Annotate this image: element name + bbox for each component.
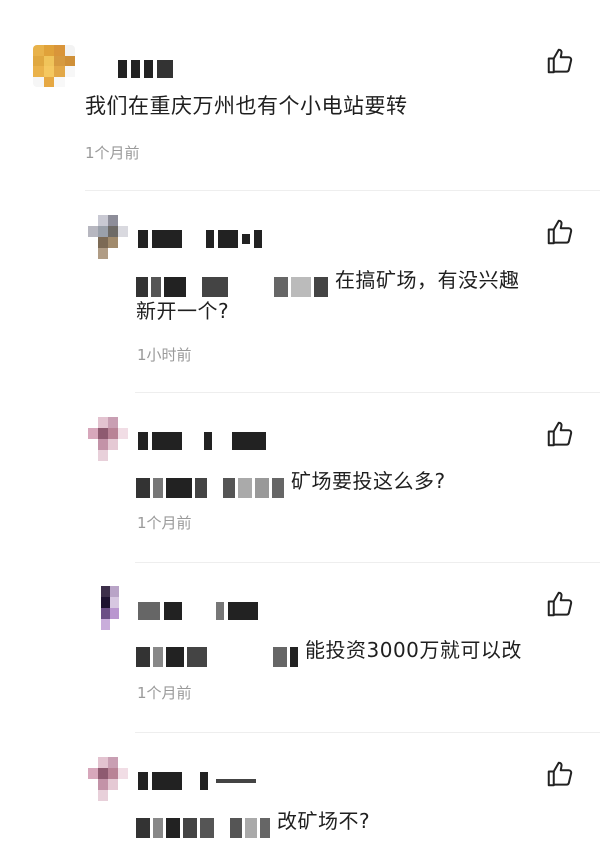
avatar[interactable] bbox=[88, 215, 128, 259]
avatar[interactable] bbox=[33, 45, 75, 87]
thumbs-up-icon[interactable] bbox=[545, 589, 575, 619]
reply-item: 能投资3000万就可以改 1个月前 bbox=[0, 562, 600, 732]
comment-top-level: 我们在重庆万州也有个小电站要转 1个月前 bbox=[0, 0, 600, 190]
avatar[interactable] bbox=[88, 417, 128, 461]
comment-time: 1个月前 bbox=[137, 684, 192, 702]
reply-item: 在搞矿场，有没兴趣 新开一个? 1小时前 bbox=[0, 190, 600, 390]
mosaic-redaction bbox=[136, 271, 331, 297]
comment-text: 我们在重庆万州也有个小电站要转 bbox=[85, 94, 408, 118]
reply-item: 改矿场不? bbox=[0, 732, 600, 854]
reply-text: 在搞矿场，有没兴趣 新开一个? bbox=[136, 265, 576, 327]
reply-text-content: 能投资3000万就可以改 bbox=[305, 638, 522, 662]
reply-text: 矿场要投这么多? bbox=[136, 466, 446, 498]
reply-text: 能投资3000万就可以改 bbox=[136, 635, 522, 667]
mosaic-redaction bbox=[136, 641, 301, 667]
avatar[interactable] bbox=[92, 586, 128, 630]
username-mosaic[interactable] bbox=[118, 58, 177, 80]
reply-item: 矿场要投这么多? 1个月前 bbox=[0, 392, 600, 562]
comment-time: 1个月前 bbox=[137, 514, 192, 532]
thumbs-up-icon[interactable] bbox=[545, 419, 575, 449]
reply-text-content: 改矿场不? bbox=[277, 809, 371, 833]
mosaic-redaction bbox=[136, 472, 287, 498]
username-mosaic[interactable] bbox=[138, 600, 262, 622]
thumbs-up-icon[interactable] bbox=[545, 217, 575, 247]
mosaic-redaction bbox=[136, 812, 273, 838]
reply-text: 改矿场不? bbox=[136, 806, 371, 838]
reply-text-line1: 在搞矿场，有没兴趣 bbox=[335, 268, 520, 292]
avatar[interactable] bbox=[88, 757, 128, 801]
comment-time: 1小时前 bbox=[137, 346, 192, 364]
thumbs-up-icon[interactable] bbox=[545, 46, 575, 76]
thumbs-up-icon[interactable] bbox=[545, 759, 575, 789]
username-mosaic[interactable] bbox=[138, 430, 270, 452]
reply-text-content: 矿场要投这么多? bbox=[291, 469, 446, 493]
reply-text-line2: 新开一个? bbox=[136, 299, 230, 323]
username-mosaic[interactable] bbox=[138, 228, 266, 250]
comment-time: 1个月前 bbox=[85, 144, 140, 162]
username-mosaic[interactable] bbox=[138, 770, 260, 792]
